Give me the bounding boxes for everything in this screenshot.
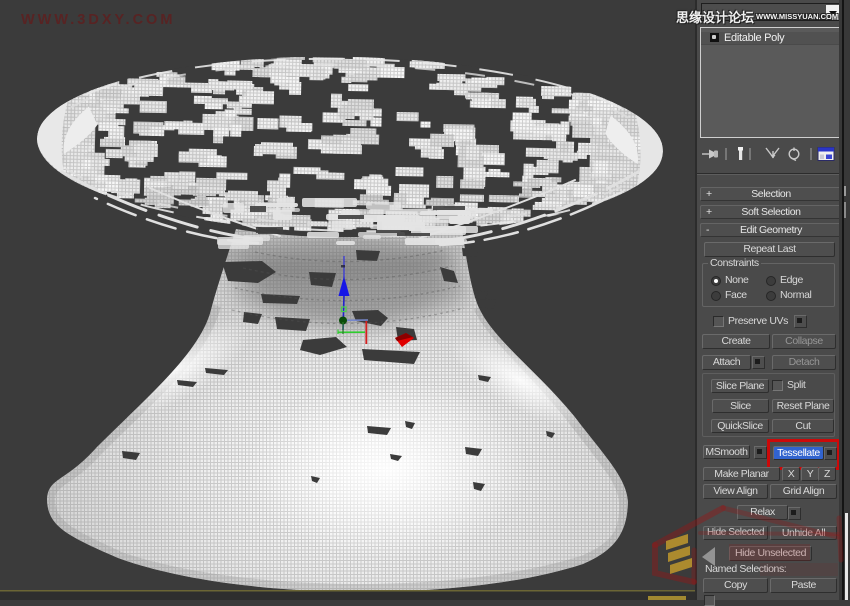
svg-text:WWW.3DXY.COM: WWW.3DXY.COM [21,12,175,28]
